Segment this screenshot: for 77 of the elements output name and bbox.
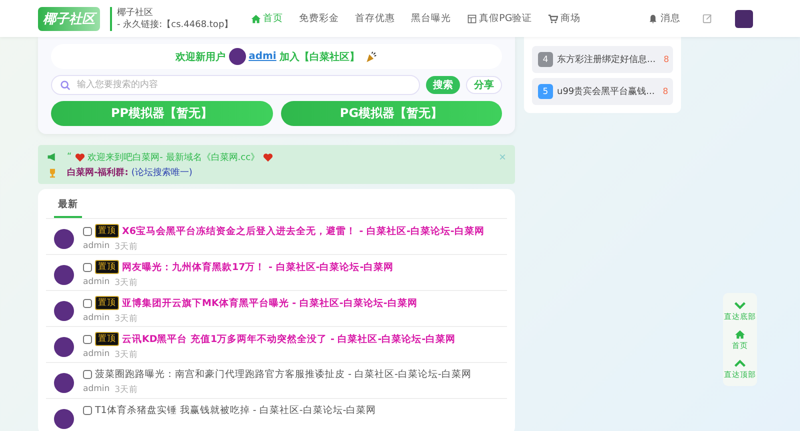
post-title-link[interactable]: 网友曝光：九州体育黑款17万！ - 白菜社区-白菜论坛-白菜网 bbox=[122, 260, 394, 274]
author-avatar bbox=[54, 229, 74, 249]
post-checkbox[interactable] bbox=[83, 298, 92, 308]
simulator-button[interactable]: PP模拟器【暂无】 bbox=[51, 101, 272, 126]
chevron-down-icon bbox=[734, 301, 746, 310]
user-avatar[interactable] bbox=[735, 10, 754, 28]
heart-icon bbox=[74, 152, 85, 162]
welcome-text: 欢迎新用户 bbox=[176, 50, 226, 64]
pinned-tag: 置顶 bbox=[95, 296, 119, 310]
author-avatar bbox=[54, 301, 74, 321]
site-name: 椰子社区 bbox=[117, 6, 154, 18]
post-checkbox[interactable] bbox=[83, 406, 92, 415]
post-time: 3天前 bbox=[114, 277, 138, 289]
hot-title: 东方彩注册绑定好信息... bbox=[557, 54, 656, 66]
welcome-text: 加入【白菜社区】 bbox=[279, 50, 360, 64]
nav-link[interactable]: 商场 bbox=[540, 12, 588, 25]
search-field[interactable]: 输入您要搜索的内容 bbox=[51, 75, 420, 95]
nav-link[interactable]: 黑台曝光 bbox=[403, 12, 460, 25]
author-avatar bbox=[54, 337, 74, 357]
nav-link[interactable]: 真假PG验证 bbox=[459, 12, 540, 25]
table-icon bbox=[467, 14, 478, 24]
post-checkbox[interactable] bbox=[83, 226, 92, 236]
chevron-up-icon bbox=[734, 359, 746, 368]
quote-mark: “ bbox=[67, 152, 72, 162]
rank-badge: 5 bbox=[538, 84, 553, 99]
post-author: admin bbox=[83, 349, 110, 361]
rank-badge: 4 bbox=[538, 52, 553, 67]
author-avatar bbox=[54, 373, 74, 393]
nav-link[interactable]: 首存优惠 bbox=[347, 12, 404, 25]
post-title-link[interactable]: 亚博集团开云旗下MK体育黑平台曝光 - 白菜社区-白菜论坛-白菜网 bbox=[122, 296, 418, 310]
post-time: 3天前 bbox=[114, 384, 138, 396]
hot-list-item[interactable]: 4 东方彩注册绑定好信息... 8 bbox=[532, 46, 673, 73]
notice-text: 欢迎来到吧白菜网- 最新域名《白菜网.cc》 bbox=[88, 152, 260, 164]
post-title-link[interactable]: 云讯KD黑平台 充值1万多两年不动突然全没了 - 白菜社区-白菜论坛-白菜网 bbox=[122, 332, 456, 346]
post-title-link[interactable]: T1体育杀猪盘实锤 我赢钱就被吃掉 - 白菜社区-白菜论坛-白菜网 bbox=[95, 404, 376, 417]
post-author: admin bbox=[83, 313, 110, 325]
simulator-button[interactable]: PG模拟器【暂无】 bbox=[280, 101, 502, 126]
post-title-link[interactable]: 菠菜圈跑路曝光：南宫和豪门代理跑路官方客服推诿扯皮 - 白菜社区-白菜论坛-白菜网 bbox=[95, 368, 472, 381]
post-time: 3天前 bbox=[114, 349, 138, 361]
site-link-text: - 永久链接:【cs.4468.top】 bbox=[117, 18, 234, 30]
post-checkbox[interactable] bbox=[83, 334, 92, 344]
heat-count: 8 bbox=[662, 86, 668, 96]
user-avatar bbox=[228, 48, 246, 65]
post-checkbox[interactable] bbox=[83, 370, 92, 379]
post-checkbox[interactable] bbox=[83, 262, 92, 272]
heat-count: 8 bbox=[664, 54, 670, 64]
search-action-button[interactable]: 搜索 bbox=[426, 76, 460, 94]
megaphone-icon bbox=[47, 152, 58, 162]
pinned-tag: 置顶 bbox=[95, 260, 119, 274]
nav-link[interactable]: 免费彩金 bbox=[291, 12, 348, 25]
author-avatar bbox=[54, 409, 74, 429]
cart-icon bbox=[548, 14, 558, 24]
trophy-icon bbox=[47, 168, 58, 178]
home-icon bbox=[734, 330, 746, 339]
heart-icon bbox=[262, 152, 273, 162]
home-icon bbox=[251, 14, 262, 24]
hot-title: u99贵宾会黑平台赢钱... bbox=[557, 86, 655, 98]
party-horn-icon bbox=[365, 50, 378, 62]
group-name: 白菜网-福利群: bbox=[67, 166, 128, 179]
messages-link[interactable]: 消息 bbox=[648, 12, 680, 25]
author-avatar bbox=[54, 265, 74, 285]
nav-link[interactable]: 首页 bbox=[243, 12, 292, 25]
bell-icon bbox=[648, 14, 658, 24]
pinned-tag: 置顶 bbox=[95, 332, 119, 346]
post-title-link[interactable]: X6宝马会黑平台冻结资金之后登入进去全无，避雷！ - 白菜社区-白菜论坛-白菜网 bbox=[122, 224, 484, 238]
post-time: 3天前 bbox=[114, 313, 138, 325]
post-author: admin bbox=[83, 384, 110, 396]
post-author: admin bbox=[83, 241, 110, 253]
post-author: admin bbox=[83, 277, 110, 289]
search-action-button[interactable]: 分享 bbox=[466, 76, 502, 94]
post-time: 3天前 bbox=[114, 241, 138, 253]
user-link[interactable]: admi bbox=[248, 51, 276, 62]
edit-icon[interactable] bbox=[702, 13, 714, 24]
group-note: (论坛搜索唯一) bbox=[131, 166, 192, 179]
hot-list-item[interactable]: 5 u99贵宾会黑平台赢钱... 8 bbox=[532, 78, 673, 105]
pinned-tag: 置顶 bbox=[95, 224, 119, 238]
feed-tab[interactable]: 最新 bbox=[54, 198, 82, 218]
